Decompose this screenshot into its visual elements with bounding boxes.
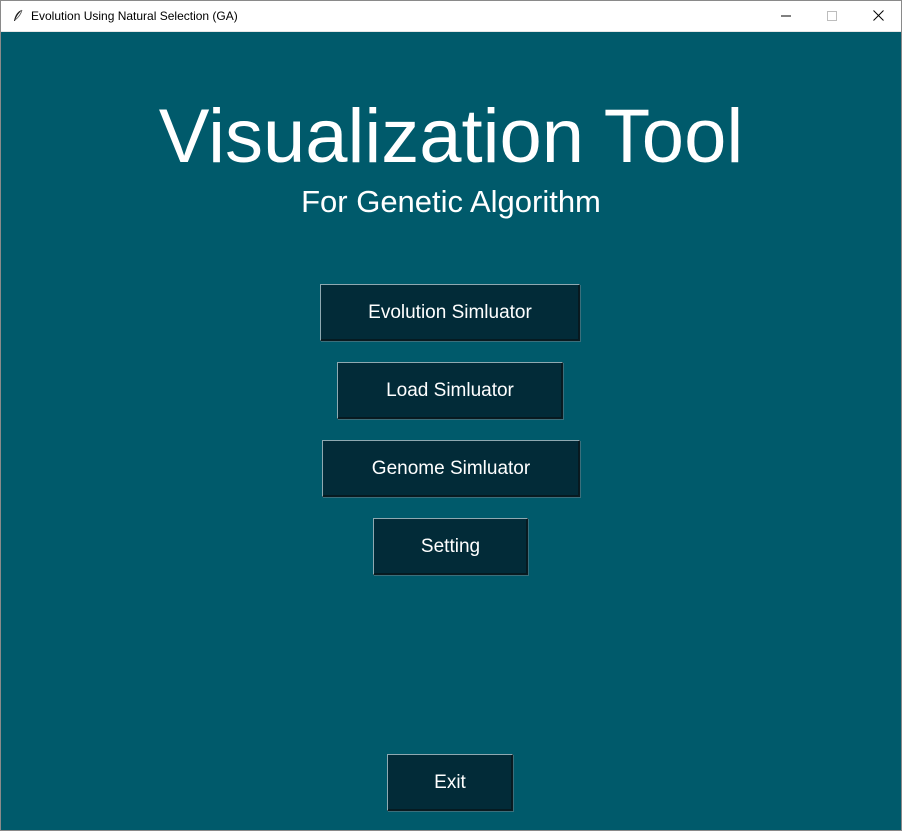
close-button[interactable] xyxy=(855,1,901,32)
load-simulator-button[interactable]: Load Simluator xyxy=(337,362,563,419)
evolution-simulator-button[interactable]: Evolution Simluator xyxy=(320,284,580,341)
app-window: Evolution Using Natural Selection (GA) V… xyxy=(0,0,902,831)
window-title: Evolution Using Natural Selection (GA) xyxy=(31,9,238,23)
main-panel: Visualization Tool For Genetic Algorithm… xyxy=(1,32,901,830)
maximize-icon xyxy=(827,8,837,26)
minimize-icon xyxy=(781,8,791,26)
page-title: Visualization Tool xyxy=(158,94,744,179)
setting-button[interactable]: Setting xyxy=(373,518,528,575)
page-subtitle: For Genetic Algorithm xyxy=(301,184,601,219)
close-icon xyxy=(872,8,884,26)
minimize-button[interactable] xyxy=(763,1,809,32)
exit-button[interactable]: Exit xyxy=(387,754,513,811)
feather-icon xyxy=(12,9,24,23)
maximize-button[interactable] xyxy=(809,1,855,32)
title-bar[interactable]: Evolution Using Natural Selection (GA) xyxy=(1,1,901,32)
genome-simulator-button[interactable]: Genome Simluator xyxy=(322,440,580,497)
